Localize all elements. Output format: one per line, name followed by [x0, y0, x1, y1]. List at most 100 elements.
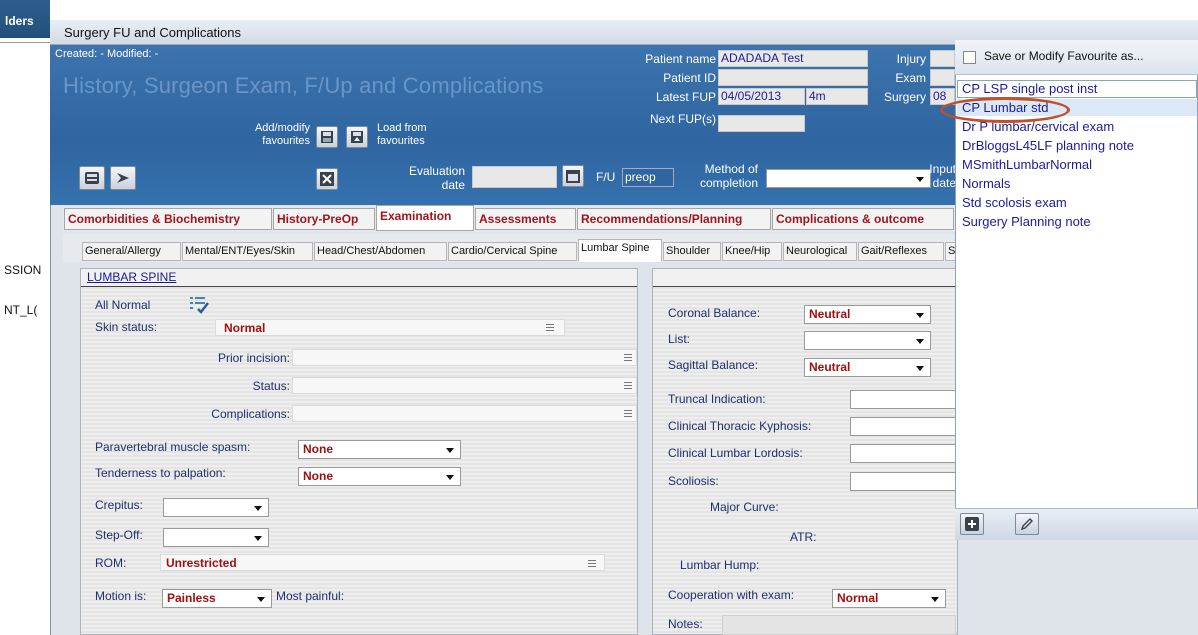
calendar-icon [566, 170, 580, 183]
motion-label: Motion is: [95, 589, 147, 603]
list-icon[interactable] [544, 322, 556, 333]
complications-field[interactable] [292, 405, 637, 422]
favourite-item[interactable]: DrBloggsL45LF planning note [962, 138, 1134, 153]
most-painful-label: Most painful: [276, 589, 345, 603]
chevron-down-icon [931, 597, 939, 602]
tenderness-select[interactable]: None [298, 467, 461, 486]
list-icon[interactable] [622, 380, 634, 391]
chevron-down-icon [916, 313, 924, 318]
coronal-balance-select[interactable]: Neutral [804, 305, 931, 324]
cooperation-value: Normal [837, 591, 879, 605]
thoracic-kyphosis-select[interactable] [850, 417, 956, 436]
checklist-icon [190, 297, 209, 314]
chevron-down-icon [254, 536, 262, 541]
prior-incision-label: Prior incision: [217, 351, 290, 365]
tenderness-value: None [303, 469, 333, 483]
lumbar-lordosis-label: Clinical Lumbar Lordosis: [668, 446, 803, 460]
next-fup-field[interactable] [718, 115, 805, 132]
print-button[interactable] [79, 166, 105, 190]
list-select[interactable] [804, 331, 931, 350]
list-label: List: [668, 332, 691, 346]
favourite-item[interactable]: MSmithLumbarNormal [962, 157, 1092, 172]
tab-comorbidities[interactable]: Comorbidities & Biochemistry [64, 208, 272, 230]
load-favourites-button[interactable] [346, 126, 368, 148]
add-modify-favourites-button[interactable] [316, 126, 338, 148]
background-text-2: NT_L( [4, 303, 38, 317]
exam-field[interactable] [930, 69, 955, 86]
send-button[interactable] [110, 166, 136, 190]
atr-label: ATR: [790, 530, 817, 544]
delete-icon [320, 172, 334, 186]
edit-favourite-button[interactable] [1015, 513, 1039, 535]
created-modified: Created: - Modified: - [55, 48, 159, 60]
delete-button[interactable] [316, 168, 338, 190]
background-app [0, 0, 50, 635]
favourite-item[interactable]: Normals [962, 176, 1010, 191]
list-icon[interactable] [622, 408, 634, 419]
cooperation-select[interactable]: Normal [832, 589, 946, 608]
subtab-lumbar-spine[interactable]: Lumbar Spine [578, 239, 662, 262]
background-rule [0, 42, 50, 43]
sagittal-balance-select[interactable]: Neutral [804, 358, 931, 377]
patient-name-field[interactable]: ADADADA Test [718, 50, 868, 67]
patient-id-label: Patient ID [663, 71, 716, 85]
patient-id-field[interactable] [718, 69, 868, 86]
subtab-cardio-cervical[interactable]: Cardio/Cervical Spine [448, 242, 577, 261]
fu-field[interactable]: preop [622, 168, 674, 187]
input-date-label: Input date [929, 162, 956, 190]
list-icon[interactable] [586, 558, 598, 569]
prior-incision-field[interactable] [292, 349, 637, 366]
motion-select[interactable]: Painless [162, 589, 272, 608]
load-from-favourites-label: Load from favourites [377, 122, 427, 147]
evaluation-date-field[interactable] [472, 166, 557, 188]
calendar-button[interactable] [562, 165, 584, 187]
step-off-label: Step-Off: [95, 528, 143, 542]
major-curve-label: Major Curve: [710, 500, 779, 514]
coronal-balance-label: Coronal Balance: [668, 306, 761, 320]
tab-complications[interactable]: Complications & outcome [772, 208, 954, 230]
subtab-general-allergy[interactable]: General/Allergy [82, 242, 181, 261]
skin-status-value: Normal [224, 321, 266, 335]
injury-field[interactable] [930, 50, 955, 67]
sagittal-balance-value: Neutral [809, 360, 851, 374]
subtab-shoulder[interactable]: Shoulder [663, 242, 721, 261]
favourite-item[interactable]: Std scolosis exam [962, 195, 1067, 210]
step-off-select[interactable] [163, 528, 269, 547]
evaluation-date-label: Evaluation date [408, 164, 465, 192]
list-icon[interactable] [622, 352, 634, 363]
all-normal-button[interactable] [188, 293, 210, 315]
exam-label: Exam [895, 71, 926, 85]
tab-history-preop[interactable]: History-PreOp [273, 208, 375, 230]
subtab-knee-hip[interactable]: Knee/Hip [722, 242, 782, 261]
skin-status-field[interactable] [215, 319, 565, 336]
status-field[interactable] [292, 377, 637, 394]
add-modify-favourites-label: Add/modify favourites [254, 122, 310, 147]
tab-recommendations[interactable]: Recommendations/Planning [577, 208, 771, 230]
tenderness-label: Tenderness to palpation: [95, 466, 226, 480]
truncal-indication-select[interactable] [850, 390, 956, 409]
lumbar-lordosis-select[interactable] [850, 444, 956, 463]
save-favourite-checkbox[interactable] [963, 51, 976, 64]
tab-examination[interactable]: Examination [376, 205, 474, 231]
tab-assessments[interactable]: Assessments [475, 208, 576, 230]
paravertebral-select[interactable]: None [298, 440, 461, 459]
subtab-mental-ent[interactable]: Mental/ENT/Eyes/Skin [182, 242, 313, 261]
favourite-item[interactable]: Surgery Planning note [962, 214, 1091, 229]
scoliosis-select[interactable] [850, 472, 956, 491]
subtab-neurological[interactable]: Neurological [783, 242, 857, 261]
crepitus-select[interactable] [163, 498, 269, 517]
subtab-gait-reflexes[interactable]: Gait/Reflexes [858, 242, 944, 261]
latest-fup-field[interactable]: 04/05/2013 [718, 88, 805, 105]
crepitus-label: Crepitus: [95, 498, 144, 512]
add-favourite-button[interactable] [960, 513, 984, 535]
fu-label: F/U [596, 170, 616, 184]
favourite-item[interactable]: CP LSP single post inst [962, 81, 1097, 96]
notes-field[interactable] [722, 615, 956, 635]
lumbar-hump-label: Lumbar Hump: [680, 558, 760, 572]
plus-icon [965, 517, 979, 531]
favourites-header-label: Save or Modify Favourite as... [984, 49, 1144, 63]
subtab-head-chest[interactable]: Head/Chest/Abdomen [314, 242, 447, 261]
method-of-completion-select[interactable] [766, 169, 931, 188]
chevron-down-icon [916, 366, 924, 371]
scoliosis-label: Scoliosis: [668, 474, 719, 488]
